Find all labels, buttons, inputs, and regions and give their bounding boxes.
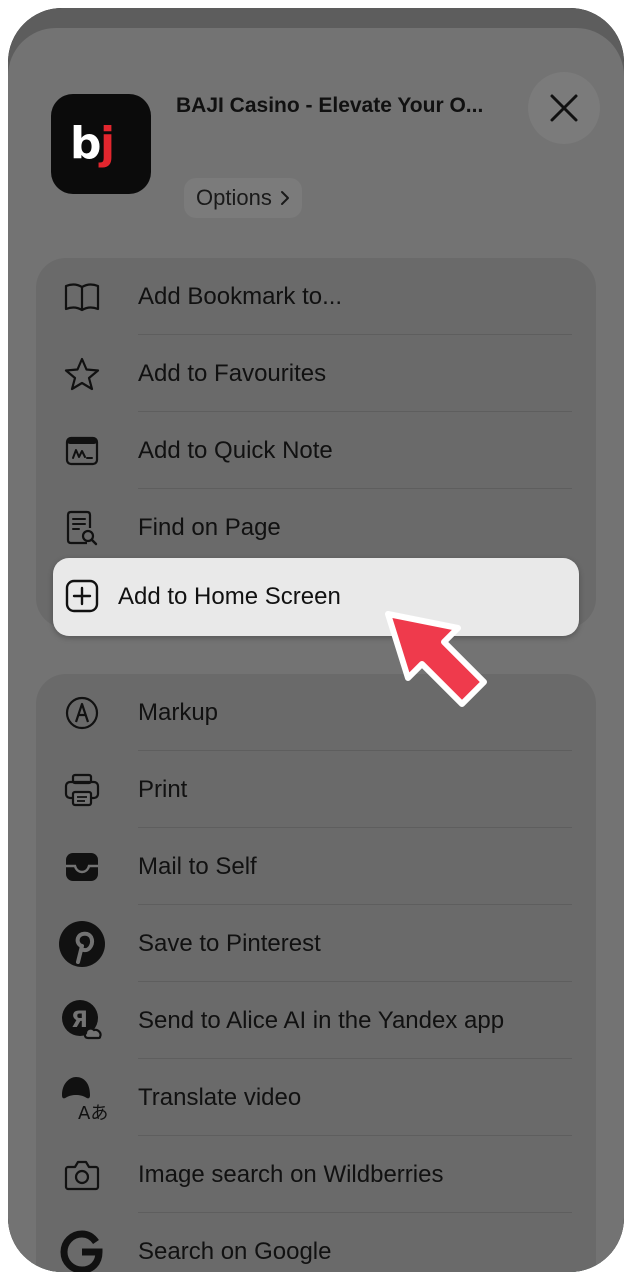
menu-item-label: Find on Page <box>138 513 281 541</box>
menu-item-label: Markup <box>138 698 219 726</box>
star-icon <box>64 356 100 392</box>
menu-item-label: Add Bookmark to... <box>138 282 343 310</box>
chevron-right-icon <box>280 191 289 205</box>
yandex-alice-icon: Я <box>60 998 106 1044</box>
svg-text:Я: Я <box>71 1008 88 1033</box>
menu-item-print[interactable]: Print <box>36 751 596 828</box>
menu-item-label: Add to Favourites <box>138 359 327 387</box>
screen-overlay: b j bj BAJI Casino - Elevate Your O... O… <box>8 8 624 1272</box>
menu-item-label: Image search on Wildberries <box>138 1160 444 1188</box>
share-sheet: b j bj BAJI Casino - Elevate Your O... O… <box>8 28 624 1272</box>
options-button[interactable]: Options <box>184 178 302 218</box>
quick-note-icon <box>64 433 100 469</box>
menu-group-2: Markup Print Mail to Self Save to Pinter… <box>36 674 596 1272</box>
menu-item-add-bookmark[interactable]: Add Bookmark to... <box>36 258 596 335</box>
menu-item-add-to-home-screen[interactable]: Add to Home Screen <box>53 558 579 636</box>
svg-text:b: b <box>70 118 102 169</box>
google-icon <box>60 1229 104 1272</box>
menu-item-markup[interactable]: Markup <box>36 674 596 751</box>
camera-icon <box>64 1157 100 1193</box>
pinterest-icon <box>58 920 106 968</box>
menu-item-label: Print <box>138 775 188 803</box>
menu-item-label: Mail to Self <box>138 852 257 880</box>
menu-item-translate-video[interactable]: Aあ Translate video <box>36 1059 596 1136</box>
app-icon: b j bj <box>51 94 151 194</box>
book-icon <box>64 279 100 315</box>
menu-item-label: Translate video <box>138 1083 302 1111</box>
printer-icon <box>64 772 100 808</box>
plus-square-icon <box>65 579 101 615</box>
menu-item-search-on-google[interactable]: Search on Google <box>36 1213 596 1272</box>
menu-item-label: Save to Pinterest <box>138 929 321 957</box>
translate-video-icon: Aあ <box>58 1073 108 1123</box>
svg-text:j: j <box>98 118 115 169</box>
menu-item-label: Send to Alice AI in the Yandex app <box>138 1006 505 1034</box>
menu-item-label: Add to Home Screen <box>118 583 341 610</box>
menu-item-save-to-pinterest[interactable]: Save to Pinterest <box>36 905 596 982</box>
menu-item-label: Add to Quick Note <box>138 436 333 464</box>
menu-item-image-search-wildberries[interactable]: Image search on Wildberries <box>36 1136 596 1213</box>
find-on-page-icon <box>64 510 100 546</box>
menu-item-find-on-page[interactable]: Find on Page <box>36 489 596 566</box>
menu-item-mail-to-self[interactable]: Mail to Self <box>36 828 596 905</box>
svg-text:Aあ: Aあ <box>78 1103 108 1123</box>
mail-tray-icon <box>64 849 100 885</box>
menu-item-add-quick-note[interactable]: Add to Quick Note <box>36 412 596 489</box>
menu-item-add-favourites[interactable]: Add to Favourites <box>36 335 596 412</box>
menu-item-label: Search on Google <box>138 1237 332 1265</box>
menu-item-send-to-alice[interactable]: Я Send to Alice AI in the Yandex app <box>36 982 596 1059</box>
close-button[interactable] <box>528 72 600 144</box>
pointer-arrow-icon <box>385 611 487 707</box>
markup-pen-icon <box>64 695 100 731</box>
page-title: BAJI Casino - Elevate Your O... <box>176 94 484 117</box>
phone-frame: b j bj BAJI Casino - Elevate Your O... O… <box>8 8 624 1272</box>
options-label: Options <box>196 185 272 210</box>
close-icon <box>550 94 578 122</box>
baji-logo-icon: b j <box>70 118 115 169</box>
